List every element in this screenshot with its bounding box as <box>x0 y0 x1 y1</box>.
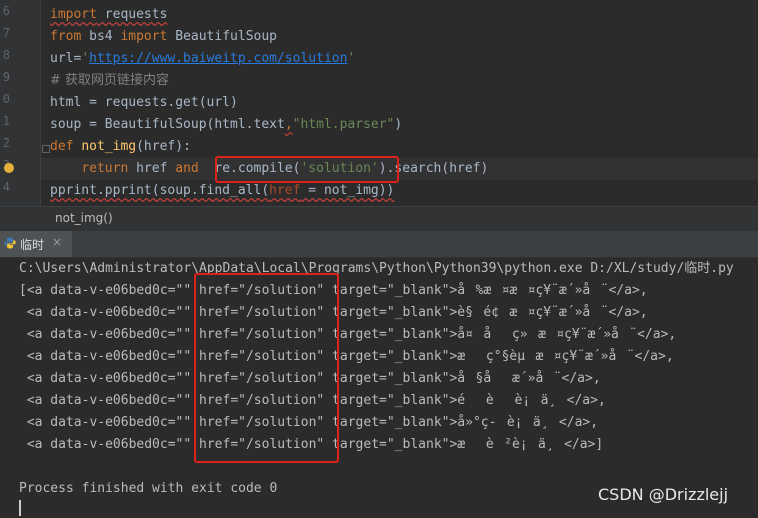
code-line[interactable]: soup = BeautifulSoup(html.text,"html.par… <box>50 114 402 136</box>
comma: , <box>284 117 293 132</box>
keyword: def <box>50 139 74 154</box>
line-number: 4 <box>2 180 10 194</box>
line-number: 6 <box>2 4 10 18</box>
line-number: 0 <box>2 92 10 106</box>
code-text: soup = BeautifulSoup(html.text <box>50 117 285 132</box>
code-text: (href): <box>136 139 191 154</box>
code-line[interactable]: from bs4 import BeautifulSoup <box>50 26 277 48</box>
tab-run[interactable]: 临时 × <box>0 231 72 257</box>
tab-title: 临时 <box>20 238 45 252</box>
code-comment[interactable]: # 获取网页链接内容 <box>50 70 169 92</box>
lightbulb-icon[interactable] <box>4 163 14 173</box>
code-line[interactable]: import requests <box>50 4 167 26</box>
keyword: import <box>50 7 97 22</box>
line-number: 8 <box>2 48 10 62</box>
close-icon[interactable]: × <box>52 235 62 249</box>
code-text: = not_img)) <box>300 183 395 198</box>
code-text: BeautifulSoup <box>167 29 277 44</box>
line-number-gutter: 6 7 8 9 0 1 2 3 4 <box>0 0 41 206</box>
code-text: pprint.pprint(soup.find_all( <box>50 183 270 198</box>
text-cursor <box>19 500 21 516</box>
console-path-line: C:\Users\Administrator\AppData\Local\Pro… <box>19 261 734 276</box>
console-exit-line: Process finished with exit code 0 <box>19 481 278 496</box>
string-quote: ' <box>347 51 356 66</box>
highlight-box-regex <box>215 156 399 183</box>
keyword: from <box>50 29 82 44</box>
keyword: return <box>81 161 129 176</box>
run-panel-header: 临时 × <box>0 231 758 258</box>
line-number: 9 <box>2 70 10 84</box>
code-text: url= <box>50 51 82 66</box>
console-output-line: <a data-v-e06bed0c="" href="/solution" t… <box>19 327 677 342</box>
url-link[interactable]: https://www.baiweitp.com/solution <box>89 51 347 66</box>
code-editor[interactable]: 6 7 8 9 0 1 2 3 4 import requests from b… <box>0 0 758 206</box>
code-text: requests <box>96 7 168 22</box>
watermark: CSDN @Drizzlejj <box>598 485 729 504</box>
line-number: 7 <box>2 26 10 40</box>
line-number: 1 <box>2 114 10 128</box>
code-text: ) <box>394 117 403 132</box>
breadcrumb[interactable]: not_img() <box>0 206 758 231</box>
code-line[interactable]: pprint.pprint(soup.find_all(href = not_i… <box>50 180 394 202</box>
keyword-argument: href <box>269 183 301 198</box>
code-line[interactable]: html = requests.get(url) <box>50 92 238 114</box>
line-number: 2 <box>2 136 10 150</box>
breadcrumb-item[interactable]: not_img() <box>55 211 113 225</box>
string-literal: "html.parser" <box>292 117 395 132</box>
python-icon <box>4 237 16 249</box>
code-line[interactable]: def not_img(href): <box>50 136 191 158</box>
highlight-box-href <box>194 273 339 463</box>
code-text: href <box>128 161 176 176</box>
keyword: import <box>120 29 168 44</box>
function-name: not_img <box>81 139 137 154</box>
code-line[interactable]: url='https://www.baiweitp.com/solution' <box>50 48 355 70</box>
keyword: and <box>175 161 199 176</box>
console-output-line: <a data-v-e06bed0c="" href="/solution" t… <box>19 349 674 364</box>
code-text: bs4 <box>81 29 121 44</box>
fold-marker-icon[interactable] <box>42 145 50 153</box>
string-quote: ' <box>81 51 90 66</box>
